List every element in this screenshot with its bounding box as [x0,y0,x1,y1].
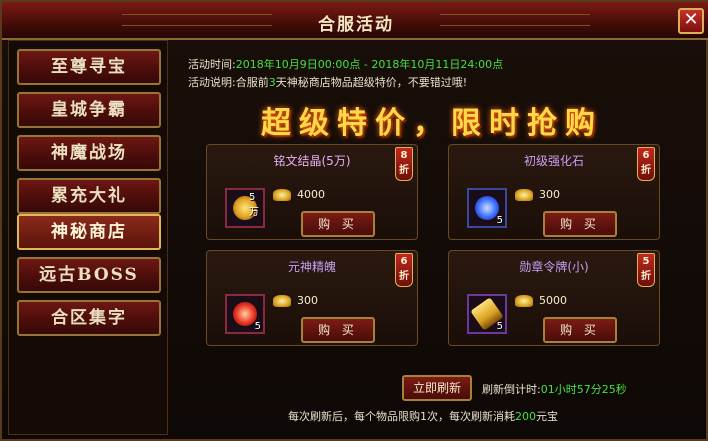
sidebar-item-ancient-boss[interactable]: 远古BOSS [17,257,161,293]
item-qty: 5 [496,215,503,226]
sidebar: 至尊寻宝 皇城争霸 神魔战场 累充大礼 神秘商店 远古BOSS 合区集字 [8,40,168,435]
buy-button[interactable]: 购 买 [301,317,375,343]
item-qty: 5 [496,321,503,332]
discount-badge: 6折 [637,147,655,181]
price-row: 300 [515,187,560,203]
price-row: 4000 [273,187,325,203]
window-title: 合服活动 [318,15,394,35]
price-row: 300 [273,293,318,309]
item-price: 300 [297,294,318,307]
refresh-note-pre: 每次刷新后，每个物品限购1次，每次刷新消耗 [288,410,515,423]
item-slot[interactable]: 5 [467,188,507,228]
shop-card: 勋章令牌(小) 5折 5 5000 购 买 [448,250,660,346]
sidebar-item-treasure-hunt[interactable]: 至尊寻宝 [17,49,161,85]
sidebar-item-recharge-gift[interactable]: 累充大礼 [17,178,161,214]
sidebar-item-battlefield[interactable]: 神魔战场 [17,135,161,171]
buy-button[interactable]: 购 买 [543,317,617,343]
event-time-end: 2018年10月11日24:00点 [371,58,504,71]
shop-card: 元神精魄 6折 5 300 购 买 [206,250,418,346]
buy-button[interactable]: 购 买 [543,211,617,237]
soul-essence-icon [233,302,257,326]
item-slot[interactable]: 5 [225,294,265,334]
refresh-button[interactable]: 立即刷新 [402,375,472,401]
event-desc-days: 3 [268,76,276,89]
event-desc-label: 活动说明: [188,76,236,89]
refresh-note-post: 元宝 [536,410,558,423]
refresh-countdown: 刷新倒计时:01小时57分25秒 [482,381,627,397]
event-desc-post: 天神秘商店物品超级特价，不要错过哦! [275,76,468,89]
item-price: 4000 [297,188,325,201]
item-qty-label: 5万 [249,192,259,218]
enhance-stone-icon [475,196,499,220]
sidebar-item-city-battle[interactable]: 皇城争霸 [17,92,161,128]
sidebar-item-collect-words[interactable]: 合区集字 [17,300,161,336]
shop-card: 初级强化石 6折 5 300 购 买 [448,144,660,240]
shop-card: 铭文结晶(5万) 8折 5万 4000 购 买 [206,144,418,240]
countdown-label: 刷新倒计时: [482,383,541,396]
discount-badge: 6折 [395,253,413,287]
item-slot[interactable]: 5 [467,294,507,334]
item-name: 元神精魄 [287,260,336,274]
event-window: 合服活动 ✕ 至尊寻宝 皇城争霸 神魔战场 累充大礼 神秘商店 远古BOSS 合… [0,0,708,441]
gold-ingot-icon [515,294,533,307]
item-price: 5000 [539,294,567,307]
gold-ingot-icon [515,188,533,201]
item-name: 勋章令牌(小) [519,260,589,274]
event-desc-pre: 合服前 [235,76,269,89]
item-price: 300 [539,188,560,201]
countdown-value: 01小时57分25秒 [540,383,627,396]
event-time-start: 2018年10月9日00:00点 [235,58,361,71]
title-bar: 合服活动 ✕ [2,2,708,40]
event-time-label: 活动时间: [188,58,236,71]
refresh-note-cost: 200 [515,410,536,423]
sidebar-item-mystery-shop[interactable]: 神秘商店 [17,214,161,250]
close-button[interactable]: ✕ [678,8,704,34]
buy-button[interactable]: 购 买 [301,211,375,237]
item-slot[interactable]: 5万 [225,188,265,228]
event-description: 活动说明:合服前3天神秘商店物品超级特价，不要错过哦! [188,74,467,90]
gold-ingot-icon [273,188,291,201]
item-qty: 5 [254,321,261,332]
event-time: 活动时间:2018年10月9日00:00点 - 2018年10月11日24:00… [188,56,503,72]
sale-banner: 超级特价，限时抢购 [261,106,603,141]
main-panel: 活动时间:2018年10月9日00:00点 - 2018年10月11日24:00… [172,40,704,438]
title-ornament-right [440,14,590,26]
discount-badge: 5折 [637,253,655,287]
event-time-sep: - [360,58,372,71]
price-row: 5000 [515,293,567,309]
item-name: 初级强化石 [523,154,584,168]
item-name: 铭文结晶(5万) [273,154,351,168]
discount-badge: 8折 [395,147,413,181]
gold-ingot-icon [273,294,291,307]
refresh-note: 每次刷新后，每个物品限购1次，每次刷新消耗200元宝 [288,408,558,424]
